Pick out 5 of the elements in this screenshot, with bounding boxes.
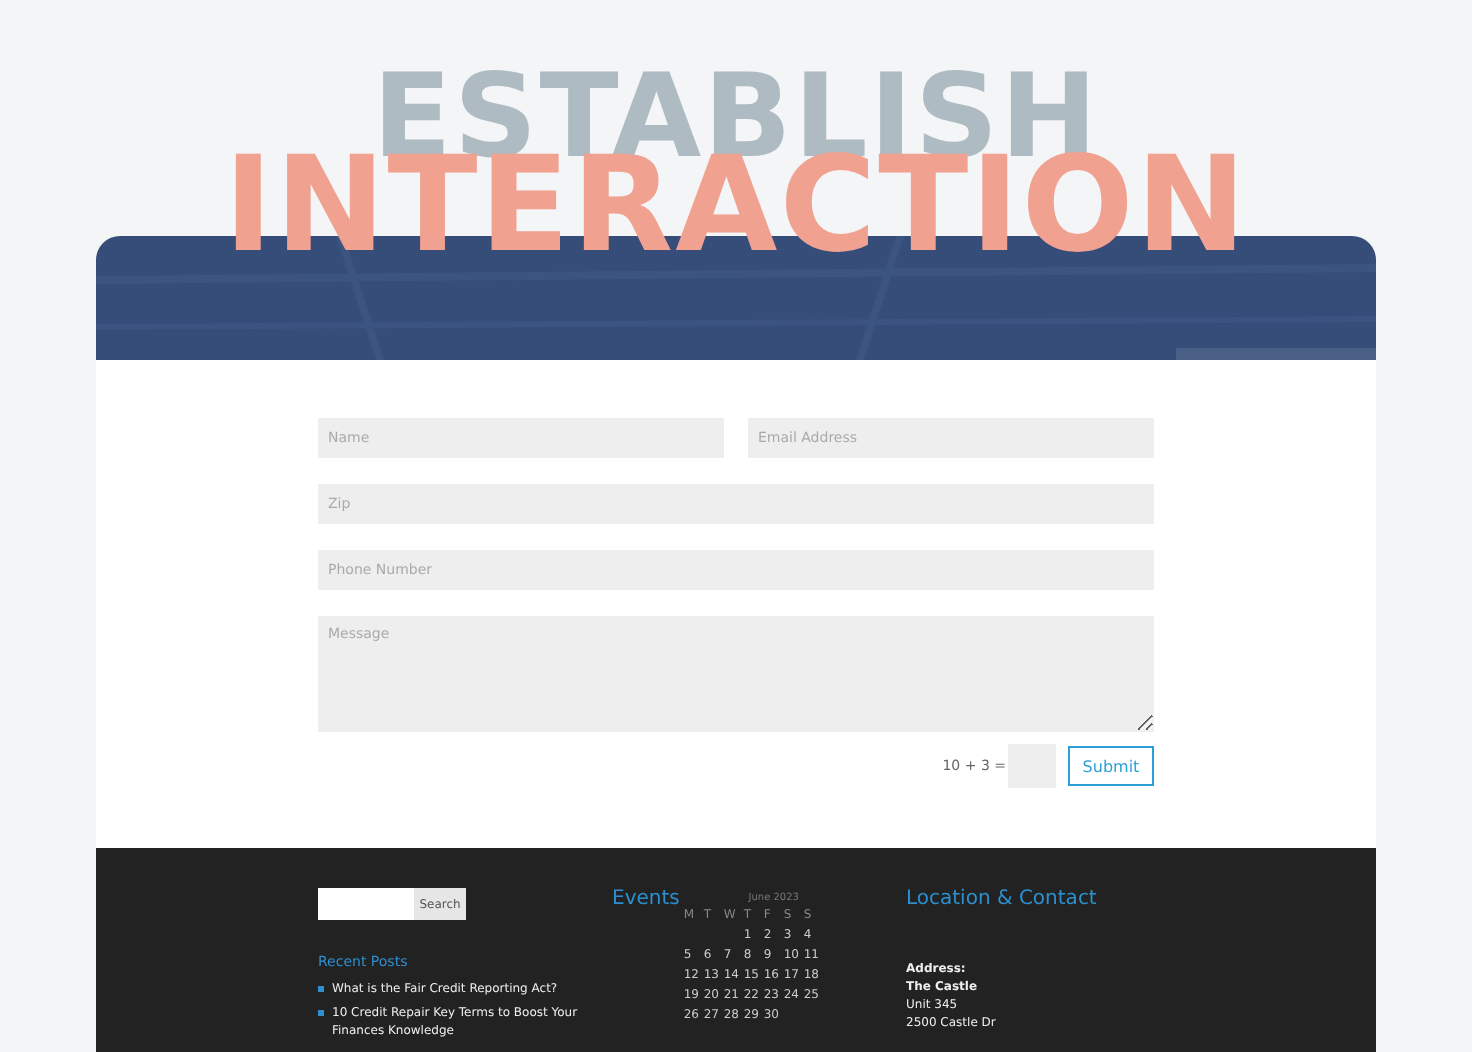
- bullet-icon: [318, 1010, 324, 1016]
- section-title: Events: [612, 888, 680, 914]
- bullet-icon: [318, 986, 324, 992]
- section-title: Location & Contact: [906, 888, 1097, 912]
- search-field[interactable]: [318, 888, 414, 920]
